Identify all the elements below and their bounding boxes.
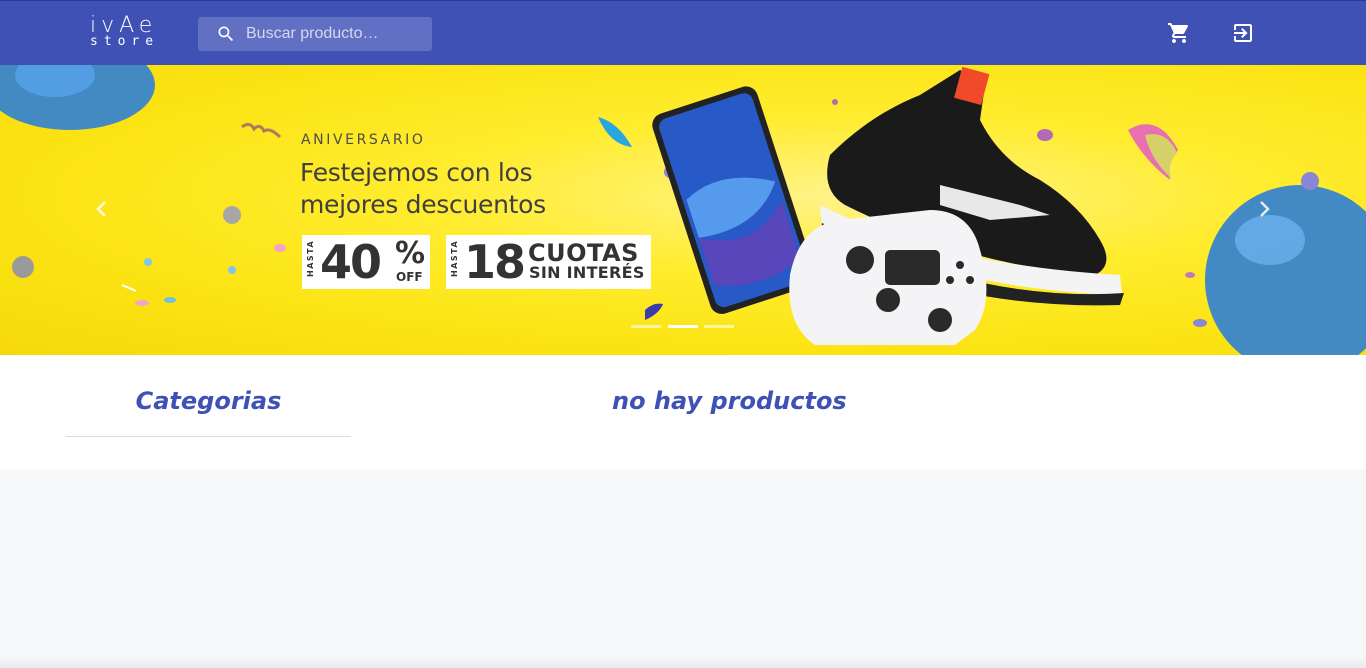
categories-divider bbox=[66, 436, 351, 437]
banner-headline: Festejemos con los mejores descuentos bbox=[300, 158, 546, 219]
promo-installments-line2: SIN INTERÉS bbox=[529, 263, 645, 282]
promo-carousel[interactable]: ANIVERSARIO Festejemos con los mejores d… bbox=[0, 65, 1366, 355]
promo-discount-suffix: OFF bbox=[396, 270, 423, 284]
categories-title: Categorias bbox=[135, 387, 282, 415]
carousel-indicator-3[interactable] bbox=[704, 325, 734, 328]
login-icon[interactable] bbox=[1231, 21, 1255, 45]
promo-installments-value: 18 bbox=[464, 235, 526, 289]
search-icon[interactable] bbox=[216, 24, 236, 44]
carousel-prev-icon[interactable] bbox=[90, 197, 114, 221]
store-logo[interactable]: ivAe store bbox=[90, 15, 170, 55]
carousel-indicator-1[interactable] bbox=[631, 325, 661, 328]
top-app-bar: ivAe store bbox=[0, 0, 1366, 65]
search-input[interactable] bbox=[246, 17, 426, 51]
promo-discount-box: HASTA 40 % OFF bbox=[302, 235, 430, 289]
banner-artwork bbox=[0, 65, 1366, 355]
promo-discount-prefix: HASTA bbox=[306, 239, 315, 277]
logo-text-secondary: store bbox=[90, 34, 160, 49]
promo-discount-value: 40 bbox=[320, 235, 382, 289]
promo-installments-prefix: HASTA bbox=[450, 239, 459, 277]
carousel-next-icon[interactable] bbox=[1252, 197, 1276, 221]
promo-installments-box: HASTA 18 CUOTAS SIN INTERÉS bbox=[446, 235, 651, 289]
empty-products-message: no hay productos bbox=[612, 387, 847, 415]
page-footer-edge bbox=[0, 656, 1366, 668]
carousel-indicator-2[interactable] bbox=[668, 325, 698, 328]
banner-kicker: ANIVERSARIO bbox=[301, 132, 426, 148]
cart-icon[interactable] bbox=[1167, 21, 1191, 45]
search-bar bbox=[198, 17, 432, 51]
promo-discount-unit: % bbox=[395, 236, 426, 271]
main-content: Categorias no hay productos bbox=[0, 355, 1366, 469]
